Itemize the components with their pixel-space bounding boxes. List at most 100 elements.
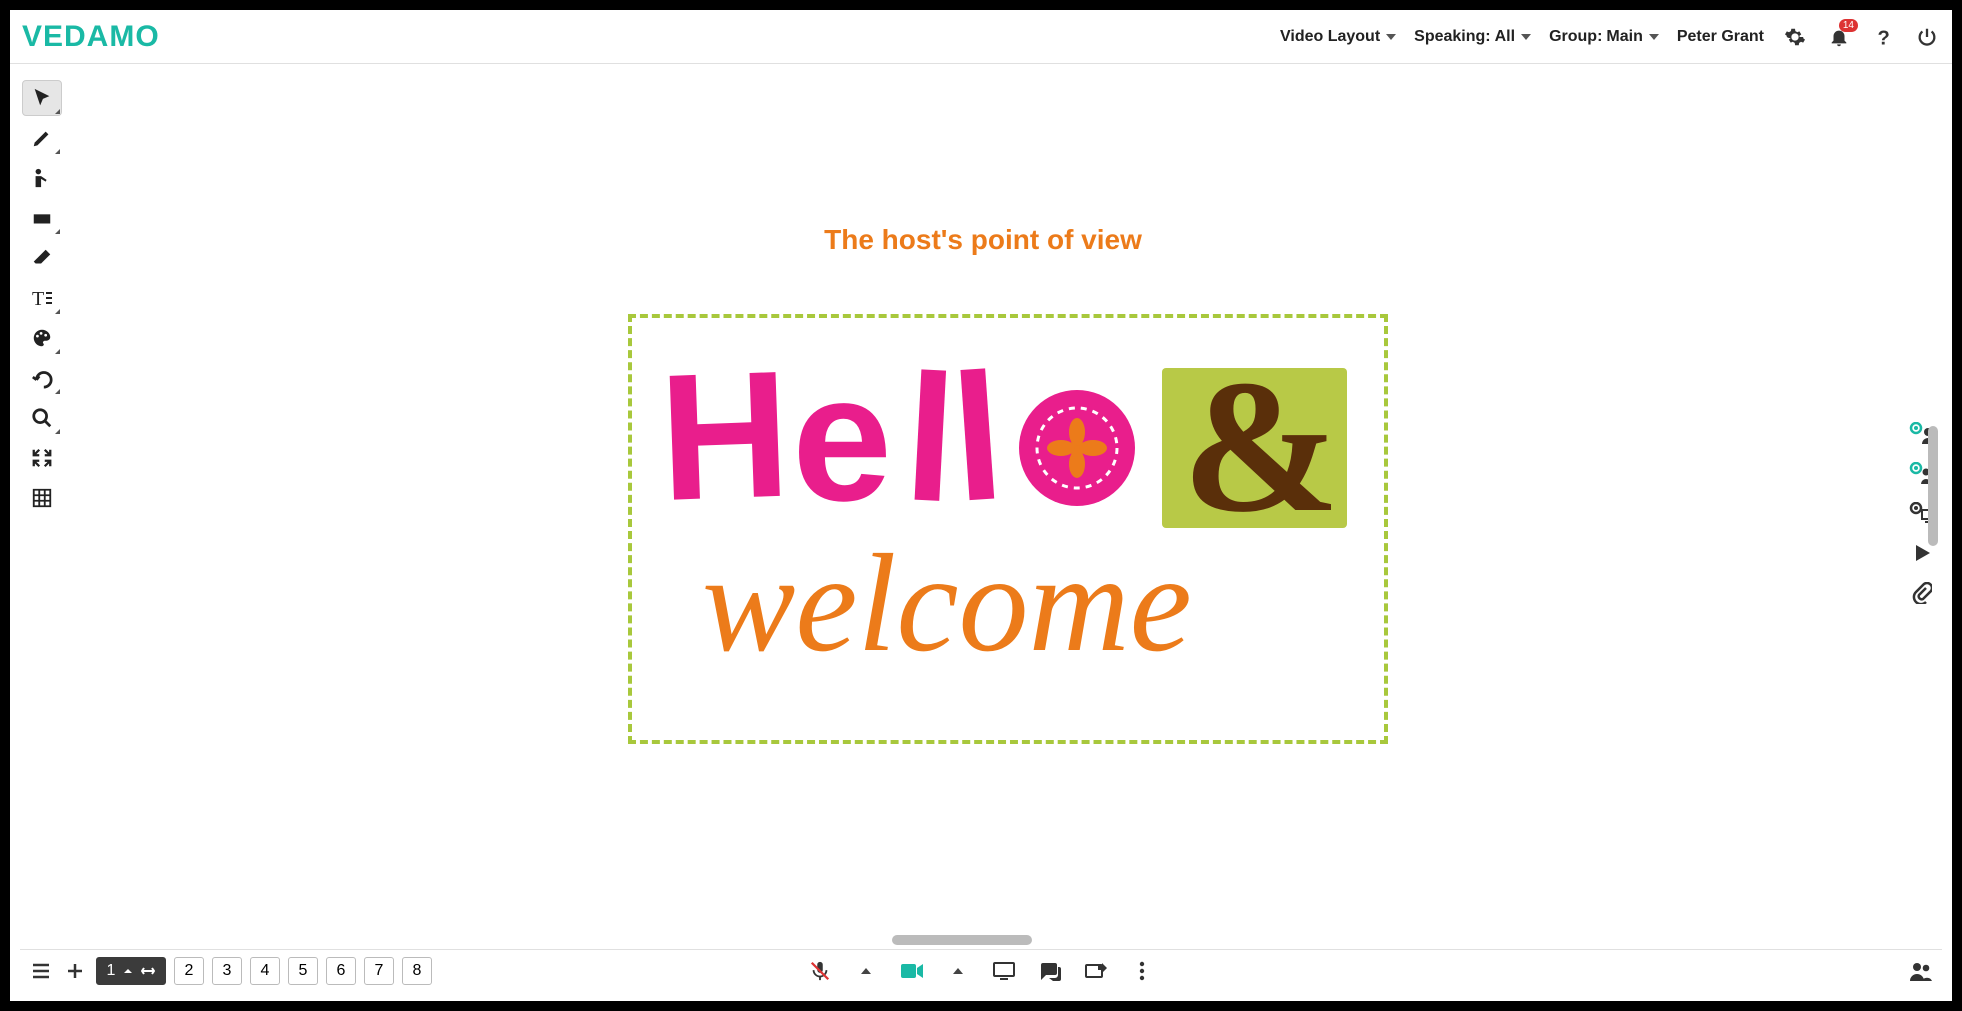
svg-text:&: &	[1182, 342, 1340, 552]
chevron-up-icon	[123, 966, 133, 976]
page-chip[interactable]: 8	[402, 957, 432, 985]
add-page-button[interactable]	[62, 958, 88, 984]
expander-icon	[55, 349, 60, 354]
mic-options-button[interactable]	[853, 958, 879, 984]
page-chip[interactable]: 5	[288, 957, 318, 985]
chat-button[interactable]	[1037, 958, 1063, 984]
undo-icon	[31, 367, 53, 389]
chevron-down-icon	[1649, 34, 1659, 40]
rectangle-icon	[31, 207, 53, 229]
gear-icon	[1784, 26, 1806, 48]
horizontal-scrollbar[interactable]	[68, 935, 1898, 947]
vertical-scroll-thumb[interactable]	[1928, 426, 1938, 546]
help-button[interactable]: ?	[1870, 24, 1896, 50]
speaking-dropdown[interactable]: Speaking: All	[1414, 28, 1531, 46]
page-number: 5	[299, 962, 308, 980]
collapse-icon	[31, 447, 53, 469]
participants-button[interactable]	[1908, 958, 1934, 984]
speaking-value: All	[1495, 28, 1515, 46]
participants-corner	[1908, 958, 1934, 984]
page-chip[interactable]: 4	[250, 957, 280, 985]
chat-icon	[1038, 961, 1062, 981]
horizontal-scroll-thumb[interactable]	[892, 935, 1032, 945]
chevron-down-icon	[1521, 34, 1531, 40]
whiteboard-canvas[interactable]: The host's point of view H e l l & welco…	[68, 74, 1898, 949]
svg-text:welcome: welcome	[702, 526, 1192, 681]
power-button[interactable]	[1914, 24, 1940, 50]
notification-badge: 14	[1839, 19, 1858, 32]
svg-text:T: T	[32, 288, 44, 309]
expander-icon	[55, 229, 60, 234]
group-label: Group:	[1549, 28, 1602, 46]
whiteboard-toolbar: T	[20, 74, 64, 522]
kebab-icon	[1138, 961, 1146, 981]
grid-icon	[31, 487, 53, 509]
camera-icon	[900, 962, 924, 980]
expander-icon	[55, 149, 60, 154]
page-number: 3	[223, 962, 232, 980]
page-navigator: 1 2 3 4 5 6 7 8	[28, 957, 432, 985]
page-number: 4	[261, 962, 270, 980]
chevron-up-icon	[861, 968, 871, 974]
presenter-icon	[31, 167, 53, 189]
notifications-button[interactable]: 14	[1826, 24, 1852, 50]
monitor-icon	[992, 961, 1016, 981]
breakout-button[interactable]	[1083, 958, 1109, 984]
svg-text:l: l	[946, 340, 1010, 540]
top-right-controls: Video Layout Speaking: All Group: Main P…	[1280, 24, 1940, 50]
expander-icon	[55, 429, 60, 434]
participants-icon	[1908, 961, 1934, 981]
svg-text:?: ?	[1878, 27, 1890, 48]
page-number: 2	[185, 962, 194, 980]
page-chip[interactable]: 2	[174, 957, 204, 985]
svg-text:H: H	[662, 340, 793, 539]
help-icon: ?	[1872, 26, 1894, 48]
media-controls	[807, 958, 1155, 984]
svg-text:e: e	[792, 340, 892, 539]
plus-icon	[66, 962, 84, 980]
page-chip[interactable]: 6	[326, 957, 356, 985]
share-screen-button[interactable]	[991, 958, 1017, 984]
eraser-tool[interactable]	[22, 240, 62, 276]
annotation-title-text: The host's point of view	[824, 224, 1142, 256]
page-chip[interactable]: 3	[212, 957, 242, 985]
mic-toggle-button[interactable]	[807, 958, 833, 984]
page-chip[interactable]: 7	[364, 957, 394, 985]
camera-toggle-button[interactable]	[899, 958, 925, 984]
bottom-bar: 1 2 3 4 5 6 7 8	[20, 949, 1942, 991]
username-label[interactable]: Peter Grant	[1677, 28, 1764, 46]
page-number: 8	[413, 962, 422, 980]
group-dropdown[interactable]: Group: Main	[1549, 28, 1659, 46]
vertical-scrollbar[interactable]	[1928, 76, 1940, 947]
cursor-icon	[31, 87, 53, 109]
selection-marquee[interactable]: H e l l & welcome	[628, 314, 1388, 744]
breakout-icon	[1084, 961, 1108, 981]
page-chip-current[interactable]: 1	[96, 957, 166, 985]
text-icon: T	[30, 287, 54, 309]
settings-button[interactable]	[1782, 24, 1808, 50]
hello-welcome-artwork: H e l l & welcome	[662, 340, 1362, 720]
page-number: 6	[337, 962, 346, 980]
fit-tool[interactable]	[22, 440, 62, 476]
power-icon	[1916, 26, 1938, 48]
pointer-tool[interactable]	[22, 160, 62, 196]
expander-icon	[55, 109, 60, 114]
expand-horizontal-icon	[141, 966, 155, 976]
chevron-up-icon	[953, 968, 963, 974]
brand-logo: VEDAMO	[22, 20, 160, 54]
expander-icon	[55, 309, 60, 314]
hamburger-icon	[31, 962, 51, 980]
video-layout-label: Video Layout	[1280, 28, 1380, 46]
camera-options-button[interactable]	[945, 958, 971, 984]
speaking-label: Speaking:	[1414, 28, 1490, 46]
video-layout-dropdown[interactable]: Video Layout	[1280, 28, 1396, 46]
more-options-button[interactable]	[1129, 958, 1155, 984]
eraser-icon	[31, 247, 53, 269]
palette-icon	[31, 327, 53, 349]
page-number: 1	[107, 962, 116, 980]
pages-menu-button[interactable]	[28, 958, 54, 984]
magnifier-icon	[31, 407, 53, 429]
grid-tool[interactable]	[22, 480, 62, 516]
expander-icon	[55, 389, 60, 394]
chevron-down-icon	[1386, 34, 1396, 40]
